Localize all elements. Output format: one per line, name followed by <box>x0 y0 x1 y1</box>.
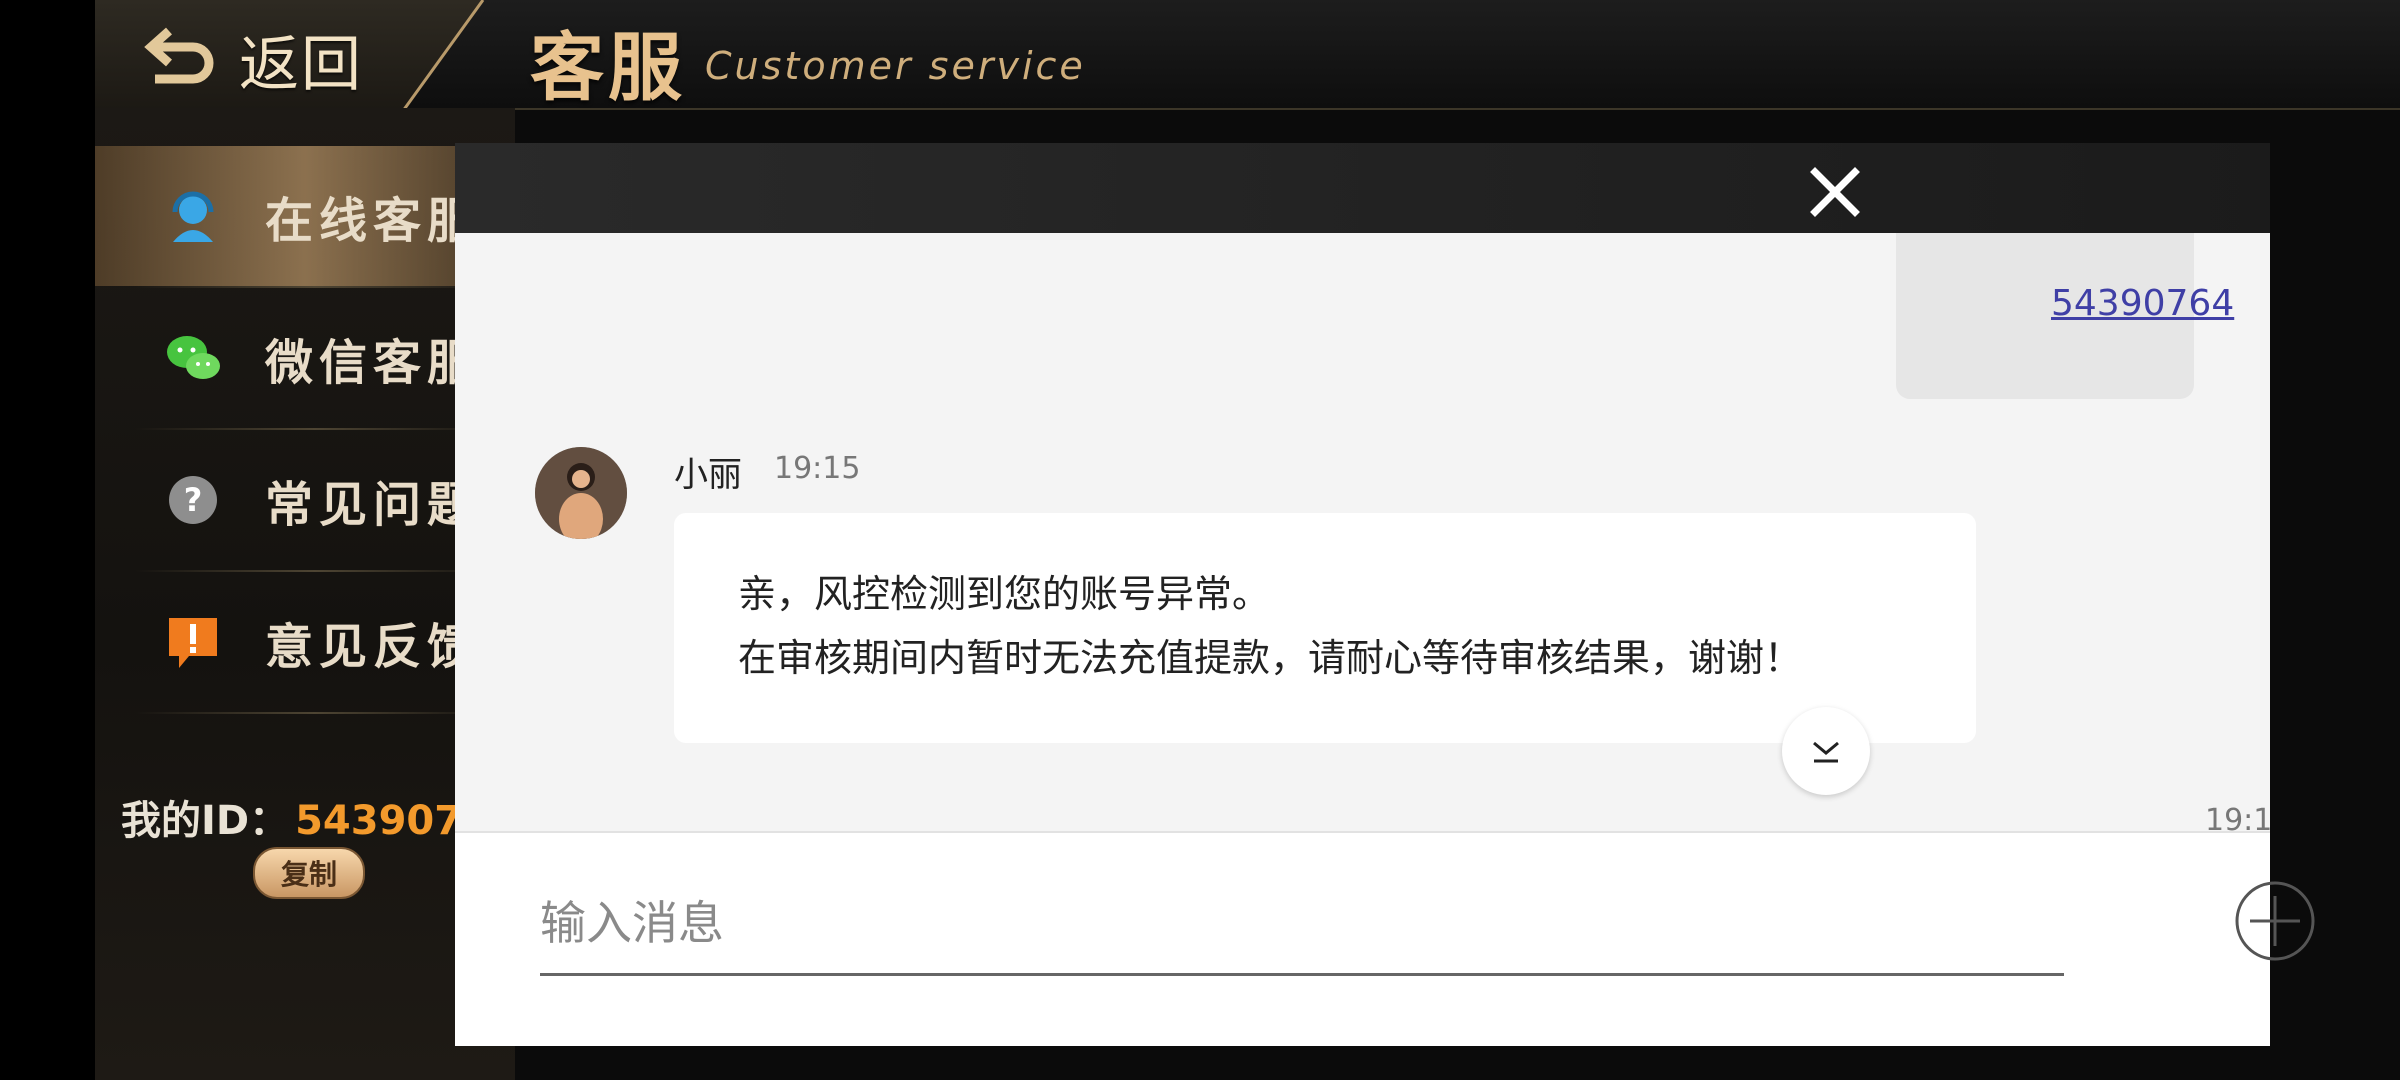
sidebar-item-online-service[interactable]: 在线客服 <box>95 146 515 286</box>
header-bar: 返回 客服 Customer service <box>95 0 2400 124</box>
page-subtitle: Customer service <box>705 44 1086 88</box>
page-title: 客服 <box>530 25 686 111</box>
question-icon: ? <box>163 470 223 530</box>
sidebar-item-label: 微信客服 <box>265 335 482 391</box>
exclamation-icon <box>163 612 223 672</box>
message-input-bar <box>455 831 2315 1046</box>
chat-message-list[interactable]: 54390764 小丽 19:15 亲，风控检测到您的账号异常。 在审核期间内暂… <box>455 233 2270 831</box>
back-button[interactable]: 返回 <box>143 14 383 104</box>
message-time: 19:15 <box>774 451 861 486</box>
sidebar-item-faq[interactable]: ? 常见问题 <box>95 430 515 570</box>
divider <box>135 712 495 714</box>
close-icon[interactable] <box>1805 162 1865 222</box>
message-line: 亲，风控检测到您的账号异常。 <box>738 572 1271 616</box>
sidebar-item-label: 在线客服 <box>265 193 482 249</box>
chevron-down-icon <box>1813 741 1839 763</box>
sidebar: 在线客服 微信客服 ? 常见问题 意见反馈 <box>95 108 515 1080</box>
my-id-label: 我的ID： <box>121 798 290 844</box>
back-label: 返回 <box>239 29 363 100</box>
copy-button[interactable]: 复制 <box>253 847 365 899</box>
scroll-to-bottom-button[interactable] <box>1782 707 1870 795</box>
agent-message-bubble: 亲，风控检测到您的账号异常。 在审核期间内暂时无法充值提款，请耐心等待审核结果，… <box>674 513 1976 743</box>
message-time: 19:15 <box>2205 803 2270 831</box>
back-arrow-icon <box>144 27 214 84</box>
sidebar-item-label: 意见反馈 <box>265 619 482 675</box>
chat-top-bar <box>455 143 2270 233</box>
message-input[interactable] <box>540 873 2064 976</box>
agent-name: 小丽 <box>674 455 742 495</box>
my-message-link[interactable]: 54390764 <box>2051 283 2234 324</box>
sidebar-item-feedback[interactable]: 意见反馈 <box>95 572 515 712</box>
sidebar-item-label: 常见问题 <box>265 477 482 533</box>
plus-icon[interactable] <box>2234 880 2316 962</box>
wechat-icon <box>163 328 223 388</box>
avatar <box>535 447 627 539</box>
svg-text:?: ? <box>184 481 203 519</box>
sidebar-item-wechat-service[interactable]: 微信客服 <box>95 288 515 428</box>
message-line: 在审核期间内暂时无法充值提款，请耐心等待审核结果，谢谢！ <box>738 636 1803 680</box>
my-id: 我的ID： 54390764 <box>121 788 518 846</box>
headset-icon <box>163 186 223 246</box>
